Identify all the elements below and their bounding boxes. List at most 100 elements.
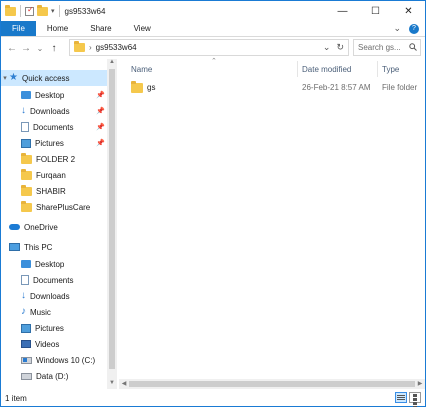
column-header-type[interactable]: Type [382,59,399,79]
title-bar: ✓ ▾ gs9533w64 — ☐ ✕ [1,1,425,21]
sidebar-item-label: Downloads [30,106,70,116]
window-title: gs9533w64 [64,6,106,16]
scroll-up-icon[interactable]: ▲ [107,59,117,68]
documents-icon [21,275,29,285]
sidebar-item-folder-2[interactable]: FOLDER 2 [1,151,107,167]
table-row[interactable]: gs 26-Feb-21 8:57 AM File folder [125,79,425,96]
star-icon: ★ [9,72,18,83]
sidebar-item-shabir[interactable]: SHABIR [1,183,107,199]
navigation-pane-scrollbar[interactable]: ▲ ▼ [107,59,117,389]
column-name-label: Name [131,64,153,74]
folder-icon [21,184,32,196]
scrollbar-thumb[interactable] [109,69,115,369]
column-divider[interactable] [377,61,378,77]
sidebar-item-pc-downloads[interactable]: ↓ Downloads [1,288,107,304]
recent-locations-icon[interactable]: ⌄ [33,44,47,53]
file-list-scrollbar[interactable]: ◀ ▶ [119,379,425,389]
file-name: gs [147,83,156,92]
sidebar-item-sharepluscare[interactable]: SharePlusCare [1,199,107,215]
sidebar-item-furqaan[interactable]: Furqaan [1,167,107,183]
column-header-name[interactable]: Name [131,59,152,79]
refresh-icon[interactable]: ↻ [336,42,344,53]
drive-d-icon [21,372,32,380]
help-icon[interactable]: ? [409,23,419,34]
folder-icon [131,81,143,93]
details-view-icon[interactable] [395,392,407,403]
tab-file[interactable]: File [1,21,36,36]
maximize-button[interactable]: ☐ [359,1,392,21]
sidebar-item-label: Quick access [21,73,70,83]
pin-icon[interactable]: 📌 [96,107,105,115]
sidebar-item-pc-desktop[interactable]: Desktop [1,256,107,272]
sidebar-item-label: Downloads [30,291,70,301]
up-arrow-icon[interactable]: ↑ [47,43,61,54]
music-icon: ♪ [21,306,26,317]
pin-icon[interactable]: 📌 [96,139,105,147]
sidebar-item-pc-pictures[interactable]: Pictures [1,320,107,336]
search-input[interactable]: Search gs... [353,39,421,56]
tab-view[interactable]: View [123,21,162,36]
view-toggle [395,392,421,407]
sidebar-item-pc-videos[interactable]: Videos [1,336,107,352]
navigation-bar: ← → ⌄ ↑ › gs9533w64 ⌄ ↻ Search gs... [1,37,425,59]
breadcrumb[interactable]: gs9533w64 [96,43,137,52]
properties-checkbox-icon[interactable]: ✓ [25,5,34,16]
status-bar: 1 item [1,391,425,407]
sidebar-item-this-pc[interactable]: This PC [1,239,107,255]
chevron-down-icon[interactable]: ▾ [1,74,9,82]
sidebar-item-pc-documents[interactable]: Documents [1,272,107,288]
column-date-label: Date modified [302,64,352,74]
ribbon-tabs: File Home Share View ⌄ ? [1,21,425,37]
sidebar-item-label: Pictures [35,323,64,333]
scroll-left-icon[interactable]: ◀ [119,379,129,389]
back-arrow-icon[interactable]: ← [5,43,19,54]
tab-home[interactable]: Home [36,21,79,36]
sidebar-item-documents[interactable]: Documents 📌 [1,119,107,135]
sidebar-item-desktop[interactable]: Desktop 📌 [1,87,107,103]
sidebar-item-drive-c[interactable]: Windows 10 (C:) [1,352,107,368]
folder-icon [21,200,32,212]
sidebar-item-label: Documents [33,275,74,285]
address-bar-actions: ⌄ ↻ [323,42,348,53]
column-divider[interactable] [297,61,298,77]
sidebar-item-label: Music [30,307,51,317]
sidebar-item-drive-d[interactable]: Data (D:) [1,368,107,384]
scroll-right-icon[interactable]: ▶ [415,379,425,389]
sidebar-item-label: This PC [24,242,53,252]
explorer-window: ✓ ▾ gs9533w64 — ☐ ✕ File Home Share View… [0,0,426,407]
tab-share[interactable]: Share [79,21,122,36]
pin-icon[interactable]: 📌 [96,123,105,131]
new-folder-icon[interactable] [37,4,48,16]
sidebar-item-quick-access[interactable]: ▾ ★ Quick access [1,70,107,86]
download-icon: ↓ [21,290,26,301]
scrollbar-thumb[interactable] [129,381,415,387]
sidebar-item-pc-music[interactable]: ♪ Music [1,304,107,320]
sidebar-item-downloads[interactable]: ↓ Downloads 📌 [1,103,107,119]
forward-arrow-icon[interactable]: → [19,43,33,54]
close-button[interactable]: ✕ [392,1,425,21]
sidebar-item-label: Desktop [35,259,65,269]
column-header-date[interactable]: Date modified [302,59,351,79]
sidebar-item-label: Desktop [35,90,65,100]
customize-toolbar-icon[interactable]: ▾ [51,7,55,15]
sidebar-item-label: Documents [33,122,74,132]
sidebar-item-label: Data (D:) [36,371,69,381]
column-type-label: Type [382,64,400,74]
pin-icon[interactable]: 📌 [96,91,105,99]
folder-icon [5,4,16,16]
videos-icon [21,340,31,348]
minimize-button[interactable]: — [326,1,359,21]
navigation-pane: ▾ ★ Quick access Desktop 📌 ↓ Downloads 📌… [1,59,117,389]
breadcrumb-separator: › [89,43,92,52]
large-icons-view-icon[interactable] [409,392,421,407]
address-bar[interactable]: › gs9533w64 ⌄ ↻ [69,39,349,56]
expand-ribbon-icon[interactable]: ⌄ [393,23,401,34]
sidebar-item-pictures[interactable]: Pictures 📌 [1,135,107,151]
scroll-down-icon[interactable]: ▼ [107,380,117,389]
folder-icon [21,152,32,164]
address-dropdown-icon[interactable]: ⌄ [323,42,331,53]
drive-c-icon [21,356,32,364]
sidebar-item-onedrive[interactable]: OneDrive [1,219,107,235]
documents-icon [21,122,29,132]
cloud-icon [9,224,20,230]
